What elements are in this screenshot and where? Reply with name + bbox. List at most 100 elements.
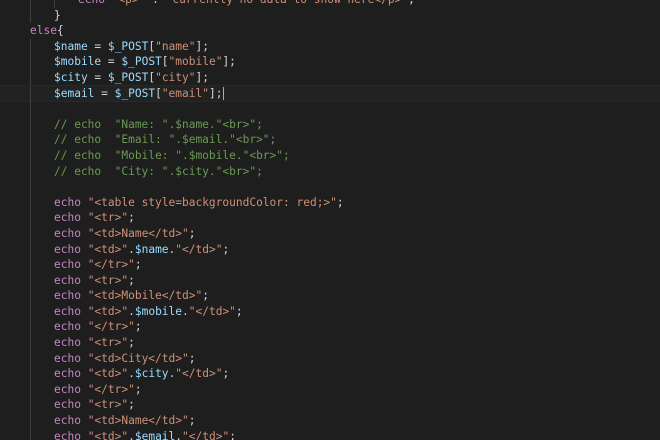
- code-token: "currently no data to show here</p>": [166, 0, 408, 6]
- code-token: "</td>": [175, 242, 223, 256]
- code-token: $mobile: [54, 55, 102, 69]
- code-token: ;: [408, 0, 415, 6]
- code-token: $_POST: [121, 55, 162, 69]
- code-token: =: [87, 70, 108, 84]
- code-token: =: [101, 55, 122, 69]
- indent-guide: [30, 257, 31, 273]
- code-line[interactable]: // echo "Email: ".$email."<br>";: [0, 132, 660, 148]
- code-token: echo: [54, 304, 88, 318]
- code-line[interactable]: $email = $_POST["email"];: [0, 84, 660, 103]
- code-token: "<td>Mobile</td>": [87, 289, 203, 303]
- code-token: "</tr>": [87, 258, 135, 272]
- code-line[interactable]: // echo "Mobile: ".$mobile."<br>";: [0, 147, 660, 164]
- code-token: ];: [208, 86, 223, 100]
- code-token: ;: [134, 258, 142, 272]
- code-token: "city": [155, 70, 196, 84]
- indent-guide: [30, 163, 31, 180]
- code-token: "name": [155, 39, 196, 53]
- code-line[interactable]: $name = $_POST["name"];: [0, 38, 660, 55]
- code-editor[interactable]: echo "<p>" . "currently no data to show …: [0, 0, 660, 440]
- code-line[interactable]: echo "<td>".$city."</td>";: [0, 366, 660, 382]
- code-token: $city: [54, 70, 88, 84]
- code-line[interactable]: echo "<tr>";: [0, 335, 660, 351]
- code-line[interactable]: $mobile = $_POST["mobile"];: [0, 54, 660, 70]
- code-token: $city: [134, 367, 169, 381]
- indent-guide: [30, 85, 31, 102]
- code-token: $_POST: [114, 86, 156, 100]
- code-line[interactable]: echo "<td>".$mobile."</td>";: [0, 303, 660, 320]
- code-token: ;: [202, 289, 209, 303]
- indent-guide: [30, 116, 31, 133]
- code-token: .: [182, 304, 189, 318]
- indent-guide: [30, 225, 31, 242]
- code-token: =: [94, 86, 115, 100]
- code-token: echo: [54, 242, 88, 256]
- code-line[interactable]: [0, 179, 660, 195]
- code-token: .: [128, 304, 135, 318]
- indent-guide: [30, 210, 31, 226]
- code-line[interactable]: echo "<tr>";: [0, 210, 660, 226]
- code-token: ;: [336, 195, 344, 209]
- code-token: $_POST: [107, 39, 149, 53]
- code-token: else: [30, 24, 57, 38]
- code-token: =: [87, 39, 108, 53]
- code-line[interactable]: }: [0, 7, 660, 24]
- indent-guide: [30, 381, 31, 398]
- code-line[interactable]: echo "<td>Name</td>";: [0, 413, 660, 429]
- text-cursor: [223, 87, 225, 101]
- code-token: ;: [128, 211, 135, 225]
- code-token: ];: [195, 70, 209, 84]
- indent-guide: [30, 0, 31, 8]
- code-line[interactable]: echo "<tr>";: [0, 397, 660, 414]
- code-line[interactable]: echo "</tr>";: [0, 257, 660, 273]
- code-token: ;: [188, 414, 196, 428]
- code-token: ;: [229, 429, 236, 440]
- code-line[interactable]: echo "<td>Mobile</td>";: [0, 288, 660, 304]
- indent-guide: [30, 7, 31, 24]
- code-line[interactable]: echo "<p>" . "currently no data to show …: [0, 0, 660, 8]
- code-token: [: [155, 86, 162, 100]
- indent-guide: [30, 366, 31, 382]
- code-line[interactable]: echo "<td>".$email."</td>";: [0, 428, 660, 440]
- code-line[interactable]: echo "<td>City</td>";: [0, 350, 660, 367]
- indent-guide: [30, 241, 31, 258]
- code-token: $_POST: [107, 70, 149, 84]
- code-line[interactable]: echo "</tr>";: [0, 381, 660, 398]
- code-line[interactable]: [0, 101, 660, 117]
- code-line[interactable]: // echo "City: ".$city."<br>";: [0, 163, 660, 180]
- code-token: .: [128, 242, 135, 256]
- code-line[interactable]: echo "<td>Name</td>";: [0, 225, 660, 242]
- code-line[interactable]: echo "<td>".$name."</td>";: [0, 241, 660, 258]
- code-token: {: [56, 24, 64, 38]
- indent-guide: [30, 179, 31, 195]
- code-line[interactable]: echo "<table style=backgroundColor: red;…: [0, 194, 660, 211]
- code-line[interactable]: $city = $_POST["city"];: [0, 69, 660, 86]
- code-token: $email: [134, 429, 176, 440]
- indent-guide: [30, 303, 31, 320]
- code-token: ;: [128, 398, 135, 412]
- code-token: ;: [235, 304, 243, 318]
- code-token: echo: [54, 382, 88, 396]
- code-token: "<tr>": [87, 273, 129, 287]
- code-token: ];: [195, 39, 209, 53]
- indent-guide: [30, 147, 31, 164]
- code-token: echo: [54, 258, 88, 272]
- code-token: "<tr>": [87, 398, 129, 412]
- code-token: $mobile: [134, 304, 183, 318]
- code-line[interactable]: echo "</tr>";: [0, 319, 660, 336]
- code-token: ;: [134, 382, 142, 396]
- code-token: echo: [54, 211, 88, 225]
- code-token: ;: [128, 273, 135, 287]
- code-token: }: [54, 8, 61, 22]
- code-token: echo: [54, 320, 88, 334]
- code-token: ;: [128, 336, 135, 350]
- code-lines[interactable]: echo "<p>" . "currently no data to show …: [0, 0, 660, 440]
- code-token: ;: [134, 320, 142, 334]
- code-line[interactable]: else{: [0, 23, 660, 39]
- code-token: // echo "Name: ".$name."<br>";: [54, 117, 263, 131]
- code-line[interactable]: echo "<tr>";: [0, 272, 660, 289]
- code-line[interactable]: // echo "Name: ".$name."<br>";: [0, 116, 660, 133]
- indent-guide: [30, 319, 31, 336]
- indent-guide: [30, 397, 31, 414]
- code-token: "</tr>": [87, 382, 135, 396]
